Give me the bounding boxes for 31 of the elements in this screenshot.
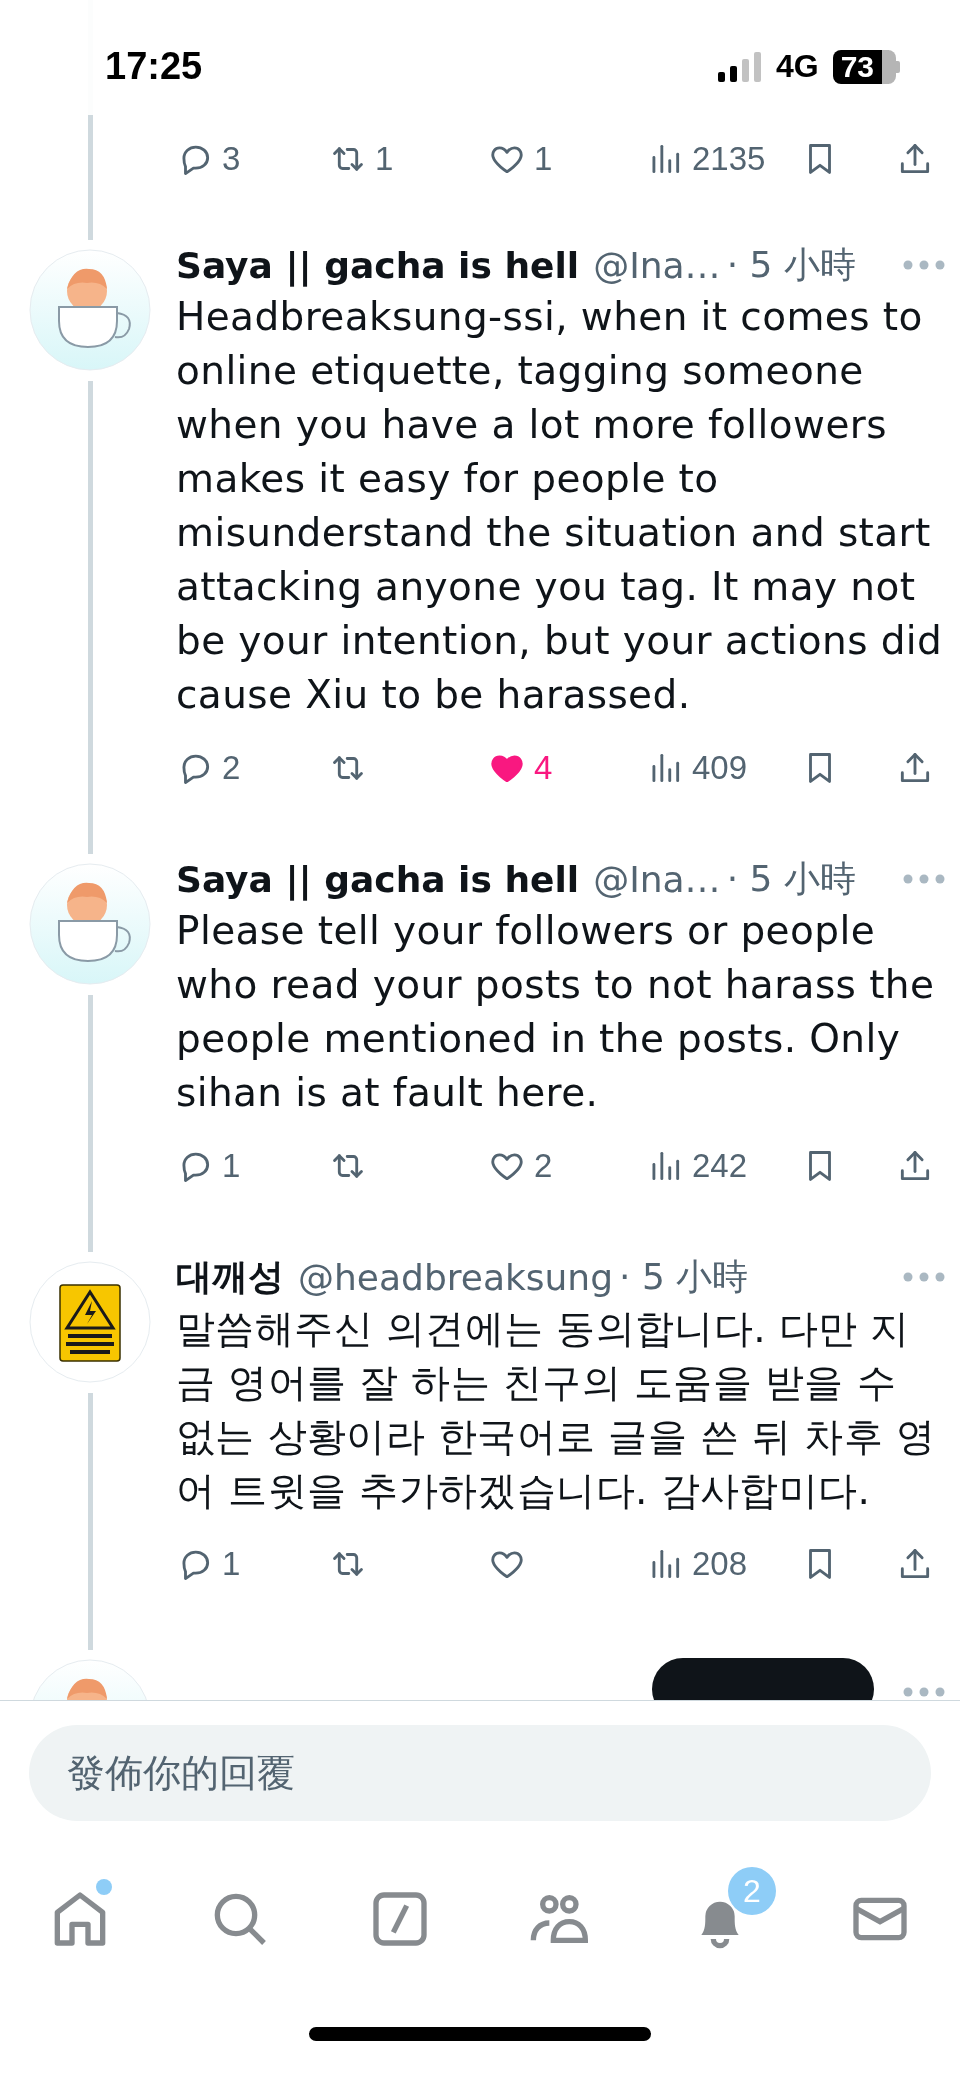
- author-handle: @Ina…: [593, 244, 721, 286]
- post-time: · 5 小時: [619, 1254, 749, 1299]
- count: 208: [692, 1545, 748, 1583]
- post-time: · 5 小時: [726, 242, 856, 287]
- author-name[interactable]: Saya || gacha is hell: [176, 858, 580, 900]
- author-name[interactable]: 대깨성: [176, 1252, 284, 1302]
- count: 4: [534, 749, 553, 787]
- count: 2: [534, 1147, 553, 1185]
- clock: 17:25: [105, 45, 203, 88]
- count: 1: [222, 1545, 241, 1583]
- count: 242: [692, 1147, 748, 1185]
- post-time: · 5 小時: [726, 856, 856, 901]
- count: 409: [692, 749, 748, 787]
- count: 2: [222, 749, 241, 787]
- post-text: Please tell your followers or people who read your posts to not harass the people mentioned in the posts. Only sihan is at fault here.: [176, 907, 936, 1117]
- reply-field[interactable]: 發佈你的回覆: [29, 1725, 931, 1821]
- author-handle: @Ina…: [593, 858, 721, 900]
- notification-badge: 2: [728, 1867, 776, 1915]
- author-name[interactable]: Saya || gacha is hell: [176, 244, 580, 286]
- avatar[interactable]: [29, 1261, 151, 1383]
- battery-level: 73: [832, 49, 896, 84]
- count: 3: [222, 140, 241, 178]
- signal-icon: [717, 51, 762, 82]
- count: 1: [222, 1147, 241, 1185]
- network-label: 4G: [775, 48, 819, 85]
- count: 1: [534, 140, 553, 178]
- count: 2135: [692, 140, 766, 178]
- author-handle: @headbreaksung: [298, 1256, 614, 1298]
- post-text: 말씀해주신 의견에는 동의합니다. 다만 지금 영어를 잘 하는 친구의 도움을 받을 수 없는 상황이라 한국어로 글을 쓴 뒤 차후 영어 트윗을 추가하겠습니다. 감사합미다.: [176, 1305, 937, 1515]
- post-text: Headbreaksung-ssi, when it comes to online etiquette, tagging someone when you have a lot more followers makes it easy for people to misunderstand the situation and start attacking anyone you tag. It may not be your intention, but your actions did cause Xiu to be harassed.: [176, 293, 944, 719]
- count: 1: [375, 140, 394, 178]
